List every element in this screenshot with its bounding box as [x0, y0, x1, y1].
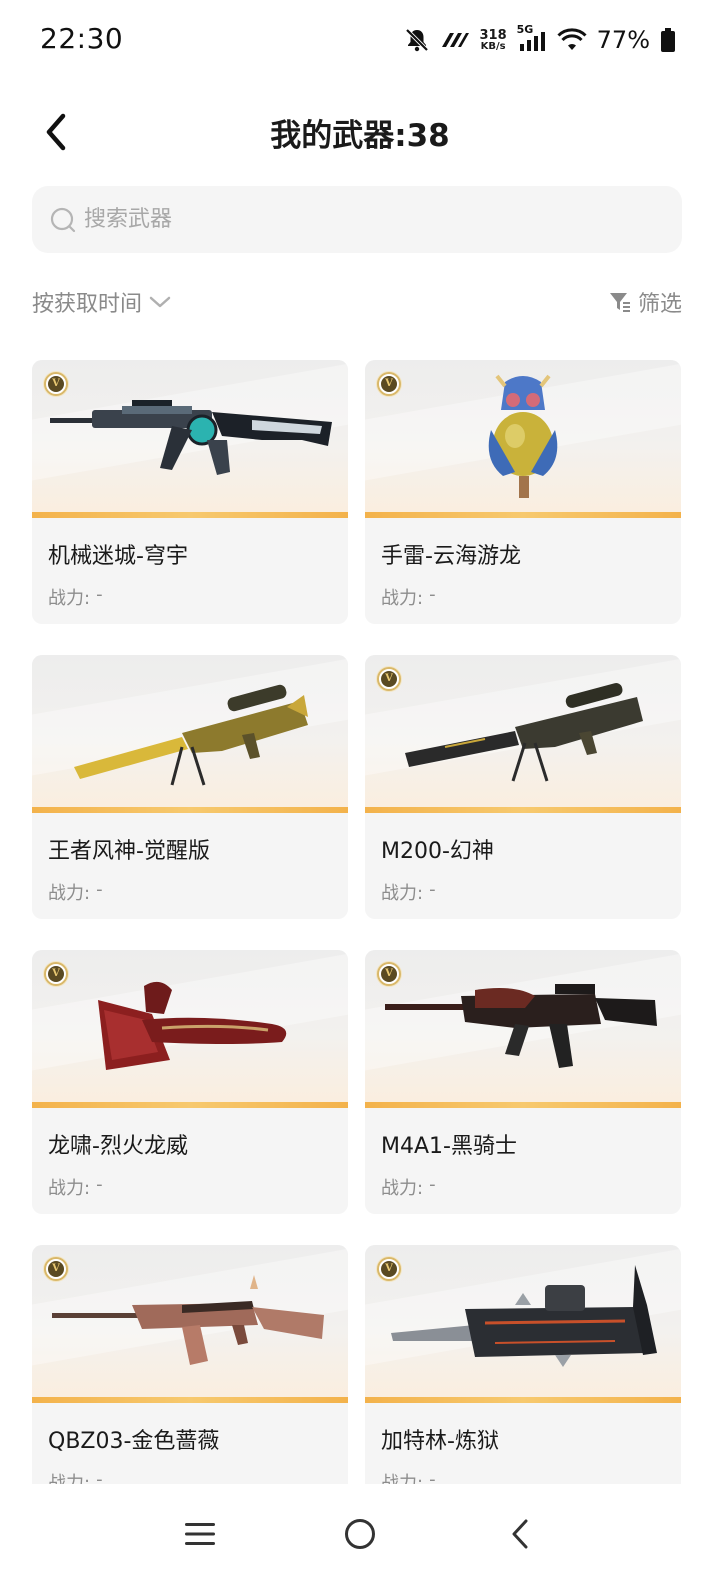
battery-icon	[660, 27, 676, 53]
weapon-name: QBZ03-金色蔷薇	[48, 1429, 220, 1454]
vip-badge-icon: V	[377, 962, 401, 986]
filter-icon	[609, 293, 630, 312]
weapon-image: V	[365, 950, 681, 1108]
net-speed-unit: KB/s	[480, 40, 506, 52]
status-time: 22:30	[40, 22, 124, 55]
weapon-image: V	[32, 1245, 348, 1403]
home-circle-icon	[345, 1519, 375, 1549]
app-notification-icon	[440, 29, 470, 51]
weapon-card[interactable]: V M4A1-黑骑士 战力: -	[365, 950, 681, 1214]
weapon-power: 战力:-	[48, 1174, 103, 1199]
assault-rifle-icon	[385, 984, 657, 1068]
sort-label: 按获取时间	[32, 292, 143, 317]
sniper-rifle-icon	[74, 684, 308, 786]
vip-badge-icon: V	[377, 667, 401, 691]
rifle-icon	[50, 400, 332, 475]
search-input[interactable]	[84, 207, 644, 232]
weapon-card[interactable]: V QBZ03-金色蔷薇 战力:-	[32, 1245, 348, 1509]
assault-rifle-icon	[52, 1275, 324, 1365]
weapon-power: 战力:-	[381, 584, 436, 609]
menu-icon	[185, 1523, 215, 1545]
search-box[interactable]	[32, 186, 682, 253]
weapon-name: 机械迷城-穹宇	[48, 544, 188, 569]
vip-badge-icon: V	[377, 372, 401, 396]
weapon-card[interactable]: V 手雷-云海游龙 战力: -	[365, 360, 681, 624]
header: 我的武器:38	[0, 96, 720, 168]
network-type: 5G	[516, 23, 534, 36]
wifi-icon	[557, 28, 587, 52]
page-title: 我的武器:38	[270, 118, 450, 154]
weapon-name: 王者风神-觉醒版	[48, 839, 210, 864]
weapon-card[interactable]: 王者风神-觉醒版 战力: -	[32, 655, 348, 919]
axe-icon	[98, 981, 287, 1070]
gatling-gun-icon	[391, 1265, 657, 1367]
chevron-left-icon	[512, 1519, 528, 1549]
battery-percent: 77%	[596, 26, 650, 54]
search-icon	[50, 207, 76, 232]
status-icons: 318 KB/s 5G 77%	[404, 22, 676, 58]
weapon-card[interactable]: V M200-幻神 战力: -	[365, 655, 681, 919]
filter-label: 筛选	[637, 292, 682, 317]
weapon-power: 战力:-	[48, 879, 103, 904]
grenade-icon	[488, 374, 558, 498]
menu-button[interactable]	[170, 1504, 230, 1564]
nav-back-button[interactable]	[490, 1504, 550, 1564]
vip-badge-icon: V	[44, 1257, 68, 1281]
vip-badge-icon: V	[377, 1257, 401, 1281]
weapon-power: 战力:-	[48, 584, 103, 609]
weapon-image	[32, 655, 348, 813]
weapon-card[interactable]: V 龙啸-烈火龙威 战力: -	[32, 950, 348, 1214]
mute-bell-icon	[404, 27, 430, 53]
weapon-card[interactable]: V 机械迷城-穹宇 战力: -	[32, 360, 348, 624]
vip-badge-icon: V	[44, 962, 68, 986]
system-nav-bar	[0, 1484, 720, 1584]
filter-button[interactable]: 筛选	[608, 286, 682, 318]
weapon-image: V	[32, 360, 348, 518]
net-speed-value: 318	[479, 27, 507, 43]
weapon-image: V	[32, 950, 348, 1108]
weapon-name: 加特林-炼狱	[381, 1429, 499, 1454]
weapon-name: 手雷-云海游龙	[381, 544, 521, 569]
weapon-image: V	[365, 1245, 681, 1403]
toolbar: 按获取时间 筛选	[32, 282, 682, 322]
chevron-down-icon	[149, 296, 171, 308]
weapon-image: V	[365, 360, 681, 518]
weapon-name: M4A1-黑骑士	[381, 1134, 517, 1159]
sniper-rifle-icon	[405, 683, 643, 782]
vip-badge-icon: V	[44, 372, 68, 396]
net-speed: 318 KB/s	[480, 29, 507, 52]
signal-icon: 5G	[517, 23, 547, 53]
weapon-grid: V 机械迷城-穹宇 战力: - V 手雷-云海游龙 战力: - 王者风神-觉醒版…	[32, 360, 682, 1509]
weapon-card[interactable]: V 加特林-炼狱 战力:-	[365, 1245, 681, 1509]
weapon-image: V	[365, 655, 681, 813]
sort-dropdown[interactable]: 按获取时间	[32, 286, 172, 318]
weapon-name: 龙啸-烈火龙威	[48, 1134, 188, 1159]
weapon-name: M200-幻神	[381, 839, 494, 864]
home-button[interactable]	[330, 1504, 390, 1564]
status-bar: 22:30 318 KB/s 5G 77%	[0, 0, 720, 80]
weapon-power: 战力:-	[381, 879, 436, 904]
weapon-power: 战力:-	[381, 1174, 436, 1199]
